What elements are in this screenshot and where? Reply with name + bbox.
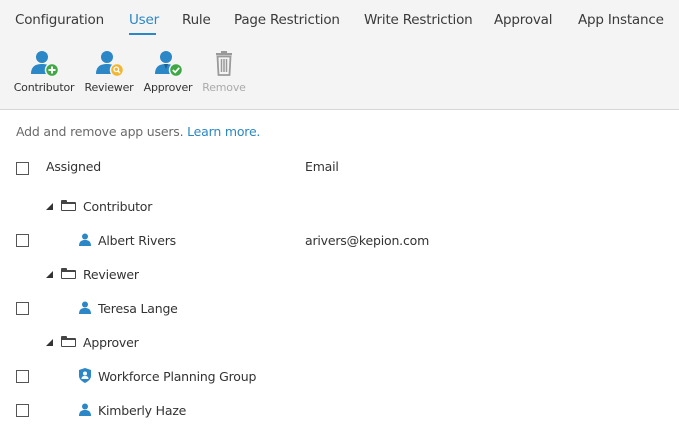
select-all-checkbox[interactable] xyxy=(16,162,29,175)
group-label: Approver xyxy=(83,335,139,350)
column-header-assigned[interactable]: Assigned xyxy=(46,159,101,174)
folder-icon xyxy=(61,336,76,347)
remove-button[interactable]: Remove xyxy=(199,48,249,100)
collapse-triangle-icon[interactable] xyxy=(46,339,53,346)
add-contributor-button[interactable]: Contributor xyxy=(10,48,78,100)
add-reviewer-label: Reviewer xyxy=(84,81,134,94)
table-row[interactable]: Teresa Lange xyxy=(0,291,679,325)
learn-more-link[interactable]: Learn more. xyxy=(187,124,260,139)
trash-icon xyxy=(207,48,241,80)
tab-bar: Configuration User Rule Page Restriction… xyxy=(0,0,679,38)
tab-write-restriction[interactable]: Write Restriction xyxy=(364,12,473,28)
group-row-reviewer: Reviewer xyxy=(0,257,679,291)
tab-rule[interactable]: Rule xyxy=(182,12,211,28)
row-checkbox[interactable] xyxy=(16,234,29,247)
user-icon xyxy=(79,233,91,246)
tab-user[interactable]: User xyxy=(129,12,159,28)
group-label: Reviewer xyxy=(83,267,139,282)
collapse-triangle-icon[interactable] xyxy=(46,203,53,210)
top-panel: Configuration User Rule Page Restriction… xyxy=(0,0,679,110)
add-approver-button[interactable]: Approver xyxy=(140,48,196,100)
review-user-icon xyxy=(92,48,126,80)
group-badge-icon xyxy=(79,368,91,383)
add-approver-label: Approver xyxy=(143,81,193,94)
add-user-icon xyxy=(27,48,61,80)
column-header-email[interactable]: Email xyxy=(305,159,339,174)
intro-text: Add and remove app users. Learn more. xyxy=(16,124,260,139)
user-email: arivers@kepion.com xyxy=(305,233,430,248)
add-reviewer-button[interactable]: Reviewer xyxy=(82,48,136,100)
user-name: Workforce Planning Group xyxy=(98,369,257,384)
group-row-approver: Approver xyxy=(0,325,679,359)
folder-icon xyxy=(61,268,76,279)
user-name: Kimberly Haze xyxy=(98,403,187,418)
row-checkbox[interactable] xyxy=(16,302,29,315)
row-checkbox[interactable] xyxy=(16,404,29,417)
approve-user-icon xyxy=(151,48,185,80)
table-row[interactable]: Workforce Planning Group xyxy=(0,359,679,393)
folder-icon xyxy=(61,200,76,211)
user-icon xyxy=(79,301,91,314)
intro-message: Add and remove app users. xyxy=(16,124,184,139)
user-icon xyxy=(79,403,91,416)
add-contributor-label: Contributor xyxy=(13,81,75,94)
tab-approval[interactable]: Approval xyxy=(494,12,553,28)
group-row-contributor: Contributor xyxy=(0,189,679,223)
row-checkbox[interactable] xyxy=(16,370,29,383)
active-tab-indicator xyxy=(129,33,156,35)
tab-page-restriction[interactable]: Page Restriction xyxy=(234,12,340,28)
group-label: Contributor xyxy=(83,199,153,214)
collapse-triangle-icon[interactable] xyxy=(46,271,53,278)
user-name: Albert Rivers xyxy=(98,233,176,248)
tab-configuration[interactable]: Configuration xyxy=(15,12,104,28)
table-row[interactable]: Albert Rivers arivers@kepion.com xyxy=(0,223,679,257)
user-name: Teresa Lange xyxy=(98,301,178,316)
remove-label: Remove xyxy=(202,81,246,94)
tab-app-instance[interactable]: App Instance xyxy=(578,12,664,28)
table-row[interactable]: Kimberly Haze xyxy=(0,393,679,427)
